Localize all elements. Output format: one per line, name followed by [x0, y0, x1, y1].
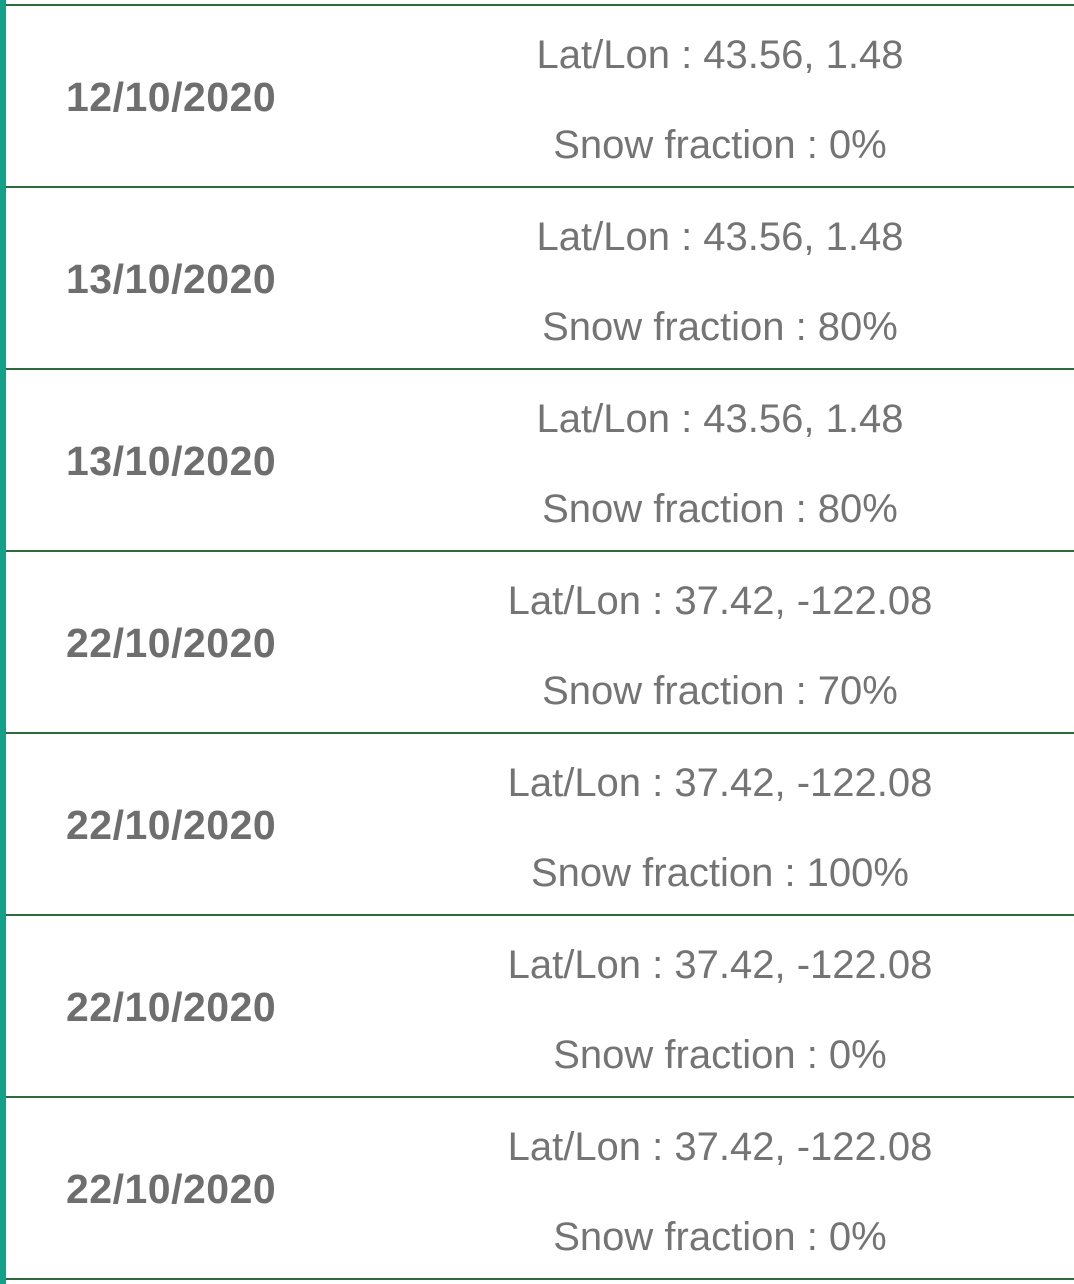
item-snow-fraction: Snow fraction : 70%	[542, 669, 898, 713]
item-details: Lat/Lon : 43.56, 1.48 Snow fraction : 80…	[420, 370, 1020, 550]
item-latlon: Lat/Lon : 37.42, -122.08	[507, 761, 933, 805]
item-snow-fraction: Snow fraction : 100%	[531, 851, 909, 895]
item-date: 22/10/2020	[66, 802, 277, 848]
item-snow-fraction: Snow fraction : 0%	[553, 123, 887, 167]
item-details: Lat/Lon : 37.42, -122.08 Snow fraction :…	[420, 1098, 1020, 1278]
list-item[interactable]: 22/10/2020 Lat/Lon : 37.42, -122.08 Snow…	[6, 732, 1074, 914]
list-item[interactable]: 13/10/2020 Lat/Lon : 43.56, 1.48 Snow fr…	[6, 368, 1074, 550]
list-item[interactable]: 22/10/2020 Lat/Lon : 37.42, -122.08 Snow…	[6, 550, 1074, 732]
item-snow-fraction: Snow fraction : 80%	[542, 487, 898, 531]
list-item[interactable]: 12/10/2020 Lat/Lon : 43.56, 1.48 Snow fr…	[6, 4, 1074, 186]
item-snow-fraction: Snow fraction : 0%	[553, 1215, 887, 1259]
item-details: Lat/Lon : 43.56, 1.48 Snow fraction : 0%	[420, 6, 1020, 186]
item-latlon: Lat/Lon : 43.56, 1.48	[536, 215, 904, 259]
item-latlon: Lat/Lon : 37.42, -122.08	[507, 943, 933, 987]
item-date: 22/10/2020	[66, 984, 277, 1030]
item-date: 13/10/2020	[66, 438, 277, 484]
item-latlon: Lat/Lon : 37.42, -122.08	[507, 1125, 933, 1169]
list-item[interactable]: 13/10/2020 Lat/Lon : 43.56, 1.48 Snow fr…	[6, 186, 1074, 368]
history-list[interactable]: 12/10/2020 Lat/Lon : 43.56, 1.48 Snow fr…	[6, 4, 1074, 1280]
item-details: Lat/Lon : 37.42, -122.08 Snow fraction :…	[420, 552, 1020, 732]
item-snow-fraction: Snow fraction : 0%	[553, 1033, 887, 1077]
list-item[interactable]: 22/10/2020 Lat/Lon : 37.42, -122.08 Snow…	[6, 914, 1074, 1096]
item-latlon: Lat/Lon : 43.56, 1.48	[536, 33, 904, 77]
item-date: 13/10/2020	[66, 256, 277, 302]
list-item[interactable]: 22/10/2020 Lat/Lon : 37.42, -122.08 Snow…	[6, 1096, 1074, 1280]
item-latlon: Lat/Lon : 43.56, 1.48	[536, 397, 904, 441]
item-details: Lat/Lon : 37.42, -122.08 Snow fraction :…	[420, 734, 1020, 914]
history-screen: 12/10/2020 Lat/Lon : 43.56, 1.48 Snow fr…	[0, 0, 1074, 1284]
item-details: Lat/Lon : 43.56, 1.48 Snow fraction : 80…	[420, 188, 1020, 368]
item-snow-fraction: Snow fraction : 80%	[542, 305, 898, 349]
item-date: 22/10/2020	[66, 1166, 277, 1212]
item-date: 12/10/2020	[66, 74, 277, 120]
item-date: 22/10/2020	[66, 620, 277, 666]
item-latlon: Lat/Lon : 37.42, -122.08	[507, 579, 933, 623]
item-details: Lat/Lon : 37.42, -122.08 Snow fraction :…	[420, 916, 1020, 1096]
